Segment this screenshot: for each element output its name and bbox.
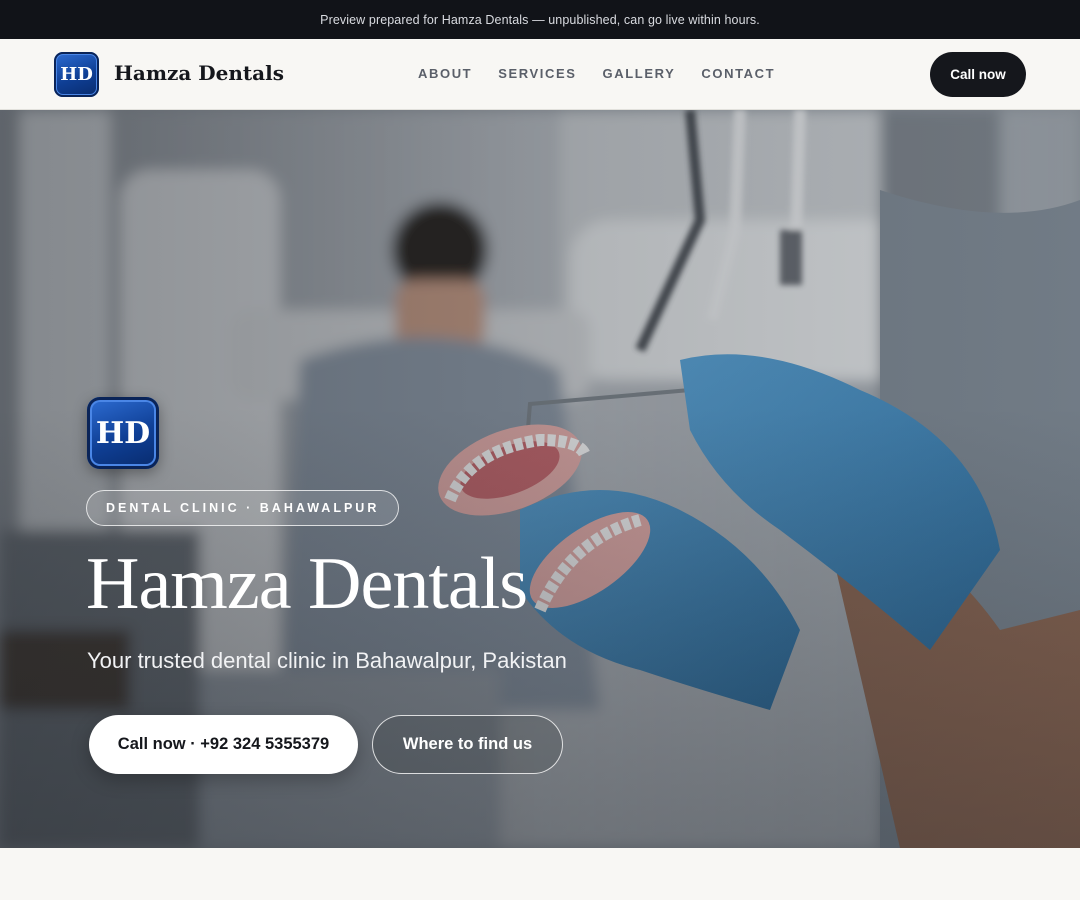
hero-logo-text: HD [95,415,151,451]
preview-banner-text: Preview prepared for Hamza Dentals — unp… [320,12,760,27]
where-to-find-us-button[interactable]: Where to find us [372,715,563,774]
nav-about[interactable]: ABOUT [418,66,472,81]
call-now-button[interactable]: Call now [930,52,1026,97]
hero-section: HD DENTAL CLINIC · BAHAWALPUR Hamza Dent… [0,110,1080,848]
preview-banner: Preview prepared for Hamza Dentals — unp… [0,0,1080,39]
nav-contact[interactable]: CONTACT [701,66,775,81]
site-header: HD Hamza Dentals ABOUT SERVICES GALLERY … [0,39,1080,110]
call-phone-button[interactable]: Call now · +92 324 5355379 [89,715,358,774]
brand-name[interactable]: Hamza Dentals [114,61,284,85]
hero-subtitle: Your trusted dental clinic in Bahawalpur… [87,648,567,673]
next-section [0,848,1080,900]
location-tag: DENTAL CLINIC · BAHAWALPUR [86,490,400,526]
nav-gallery[interactable]: GALLERY [603,66,676,81]
logo-text: HD [60,64,93,85]
main-nav: ABOUT SERVICES GALLERY CONTACT [418,66,775,81]
nav-services[interactable]: SERVICES [498,66,576,81]
hero-title: Hamza Dentals [86,543,528,625]
hero-logo-icon: HD [87,397,159,469]
logo-icon[interactable]: HD [54,52,99,97]
